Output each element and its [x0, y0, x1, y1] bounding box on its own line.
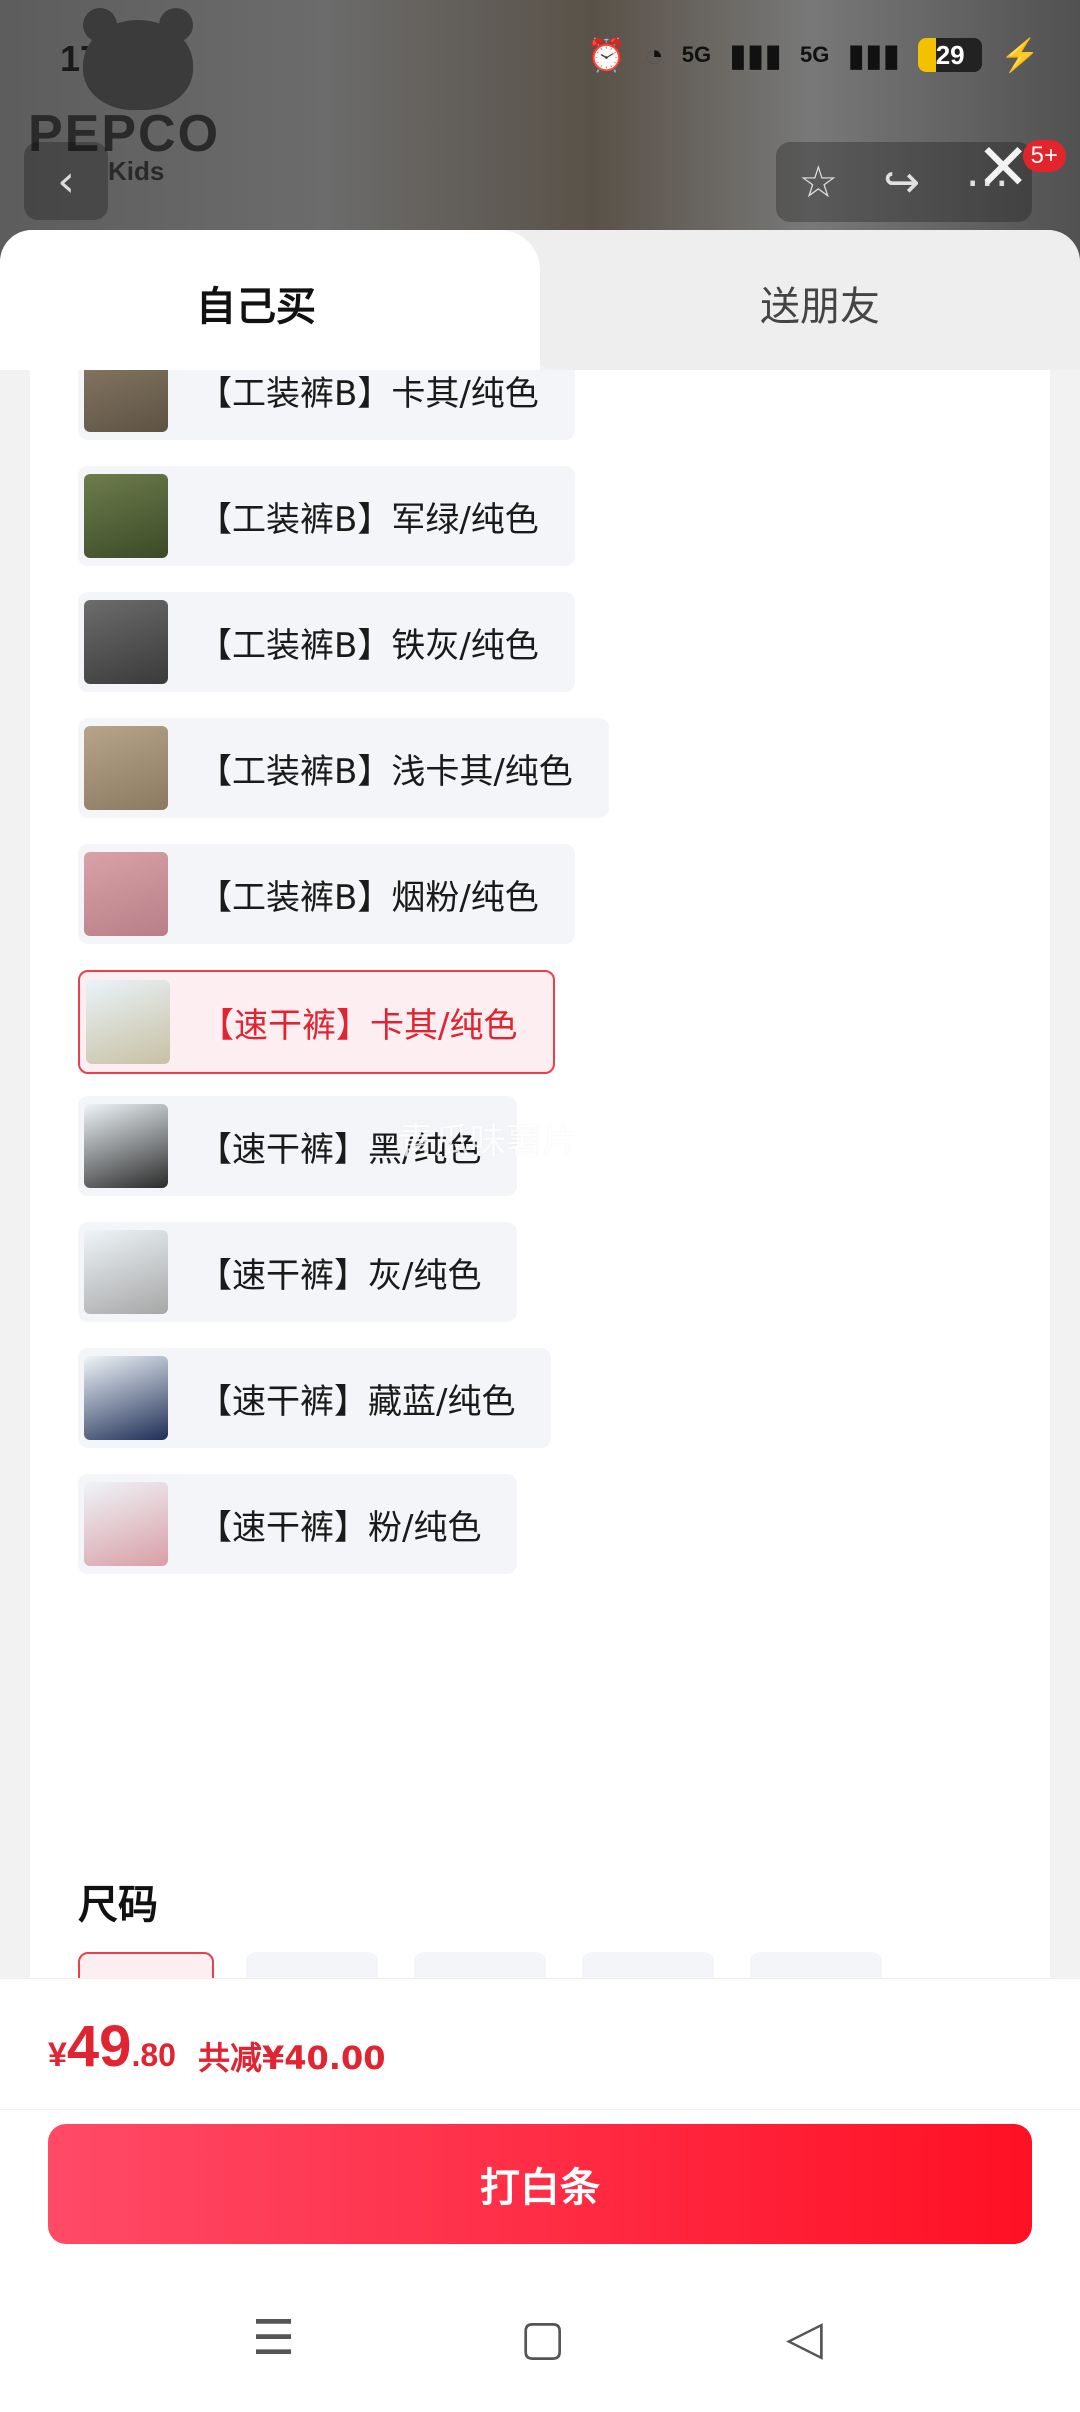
option-label: 【速干裤】灰/纯色 [198, 1255, 482, 1296]
color-option[interactable]: 【工装裤B】浅卡其/纯色 [78, 718, 609, 818]
option-thumbnail [84, 370, 168, 432]
option-label: 【工装裤B】铁灰/纯色 [198, 625, 539, 666]
chevron-left-icon: ‹ [57, 155, 75, 207]
color-option[interactable]: 【工装裤B】烟粉/纯色 [78, 844, 575, 944]
size-section-title: 尺码 [78, 1882, 158, 1928]
alarm-icon: ⏰ [586, 37, 627, 73]
size-option[interactable]: 120 [246, 1952, 378, 1980]
battery-indicator: 29 [918, 38, 983, 72]
system-navbar: ☰ ▢ ◁ [0, 2300, 1080, 2380]
signal-5g-icon: 5G [681, 42, 712, 67]
option-thumbnail [84, 1482, 168, 1566]
purchase-tabs: 自己买 送朋友 [0, 230, 1080, 370]
discount-text: 共减¥40.00 [198, 2039, 386, 2077]
size-option-selected[interactable]: 110 [78, 1952, 214, 1980]
option-thumbnail [84, 1356, 168, 1440]
color-option[interactable]: 【工装裤B】军绿/纯色 [78, 466, 575, 566]
option-label: 【工装裤B】军绿/纯色 [198, 499, 539, 540]
option-thumbnail [84, 726, 168, 810]
color-option[interactable]: 【工装裤B】铁灰/纯色 [78, 592, 575, 692]
signal-5g-icon-2: 5G [799, 42, 830, 67]
size-option[interactable]: 140 [582, 1952, 714, 1980]
option-label: 【工装裤B】浅卡其/纯色 [198, 751, 573, 792]
home-icon[interactable]: ▢ [520, 2310, 565, 2366]
tab-friend[interactable]: 送朋友 [760, 274, 880, 332]
color-option[interactable]: 【速干裤】粉/纯色 [78, 1474, 518, 1574]
option-thumbnail [84, 852, 168, 936]
option-thumbnail [84, 1230, 168, 1314]
option-label: 【工装裤B】烟粉/纯色 [198, 877, 539, 918]
share-icon[interactable]: ↪ [883, 157, 920, 208]
cta-area: 打白条 ☰ ▢ ◁ [0, 2110, 1080, 2412]
watermark: 青瓜味薯片 [398, 1121, 579, 1162]
color-option[interactable]: 【速干裤】灰/纯色 [78, 1222, 518, 1322]
option-label: 【工装裤B】卡其/纯色 [198, 373, 539, 414]
signal-bars-icon: ▮▮▮ [729, 37, 782, 73]
price-bar: ¥49.80 共减¥40.00 [0, 1978, 1080, 2109]
bear-logo-icon [83, 8, 193, 110]
option-thumbnail [84, 474, 168, 558]
star-icon[interactable]: ☆ [799, 157, 838, 208]
option-thumbnail [84, 600, 168, 684]
price: ¥49.80 [48, 2013, 176, 2080]
back-button[interactable]: ‹ [24, 142, 108, 220]
color-option[interactable]: 【工装裤B】卡其/纯色 [78, 370, 575, 440]
charging-icon: ⚡ [1000, 37, 1040, 73]
wifi-icon: ◔ [644, 36, 664, 73]
buy-with-credit-button[interactable]: 打白条 [48, 2124, 1032, 2244]
option-label: 【速干裤】藏蓝/纯色 [198, 1381, 516, 1422]
option-thumbnail [84, 1104, 168, 1188]
status-icons: ⏰ ◔ 5G ▮▮▮ 5G ▮▮▮ 29 ⚡ [587, 36, 1040, 74]
option-label: 【速干裤】粉/纯色 [198, 1507, 482, 1548]
color-option-selected[interactable]: 【速干裤】卡其/纯色 [78, 970, 556, 1074]
menu-icon[interactable]: ☰ [252, 2310, 295, 2366]
tab-self[interactable]: 自己买 [196, 274, 316, 332]
price-currency: ¥ [48, 2036, 67, 2074]
close-icon[interactable]: ✕ [976, 136, 1030, 200]
back-nav-icon[interactable]: ◁ [786, 2310, 823, 2366]
size-option[interactable]: 130 [414, 1952, 546, 1980]
sku-content: 【工装裤B】卡其/纯色 【工装裤B】军绿/纯色 【工装裤B】铁灰/纯色 【工装裤… [30, 370, 1050, 1980]
option-thumbnail [86, 980, 170, 1064]
color-option[interactable]: 【速干裤】藏蓝/纯色 [78, 1348, 552, 1448]
option-label: 【速干裤】卡其/纯色 [200, 1005, 518, 1046]
price-integer: 49 [66, 2014, 132, 2079]
price-decimal: .80 [131, 2037, 176, 2073]
signal-bars-icon-2: ▮▮▮ [847, 37, 901, 73]
size-option[interactable]: 150 [750, 1952, 882, 1980]
